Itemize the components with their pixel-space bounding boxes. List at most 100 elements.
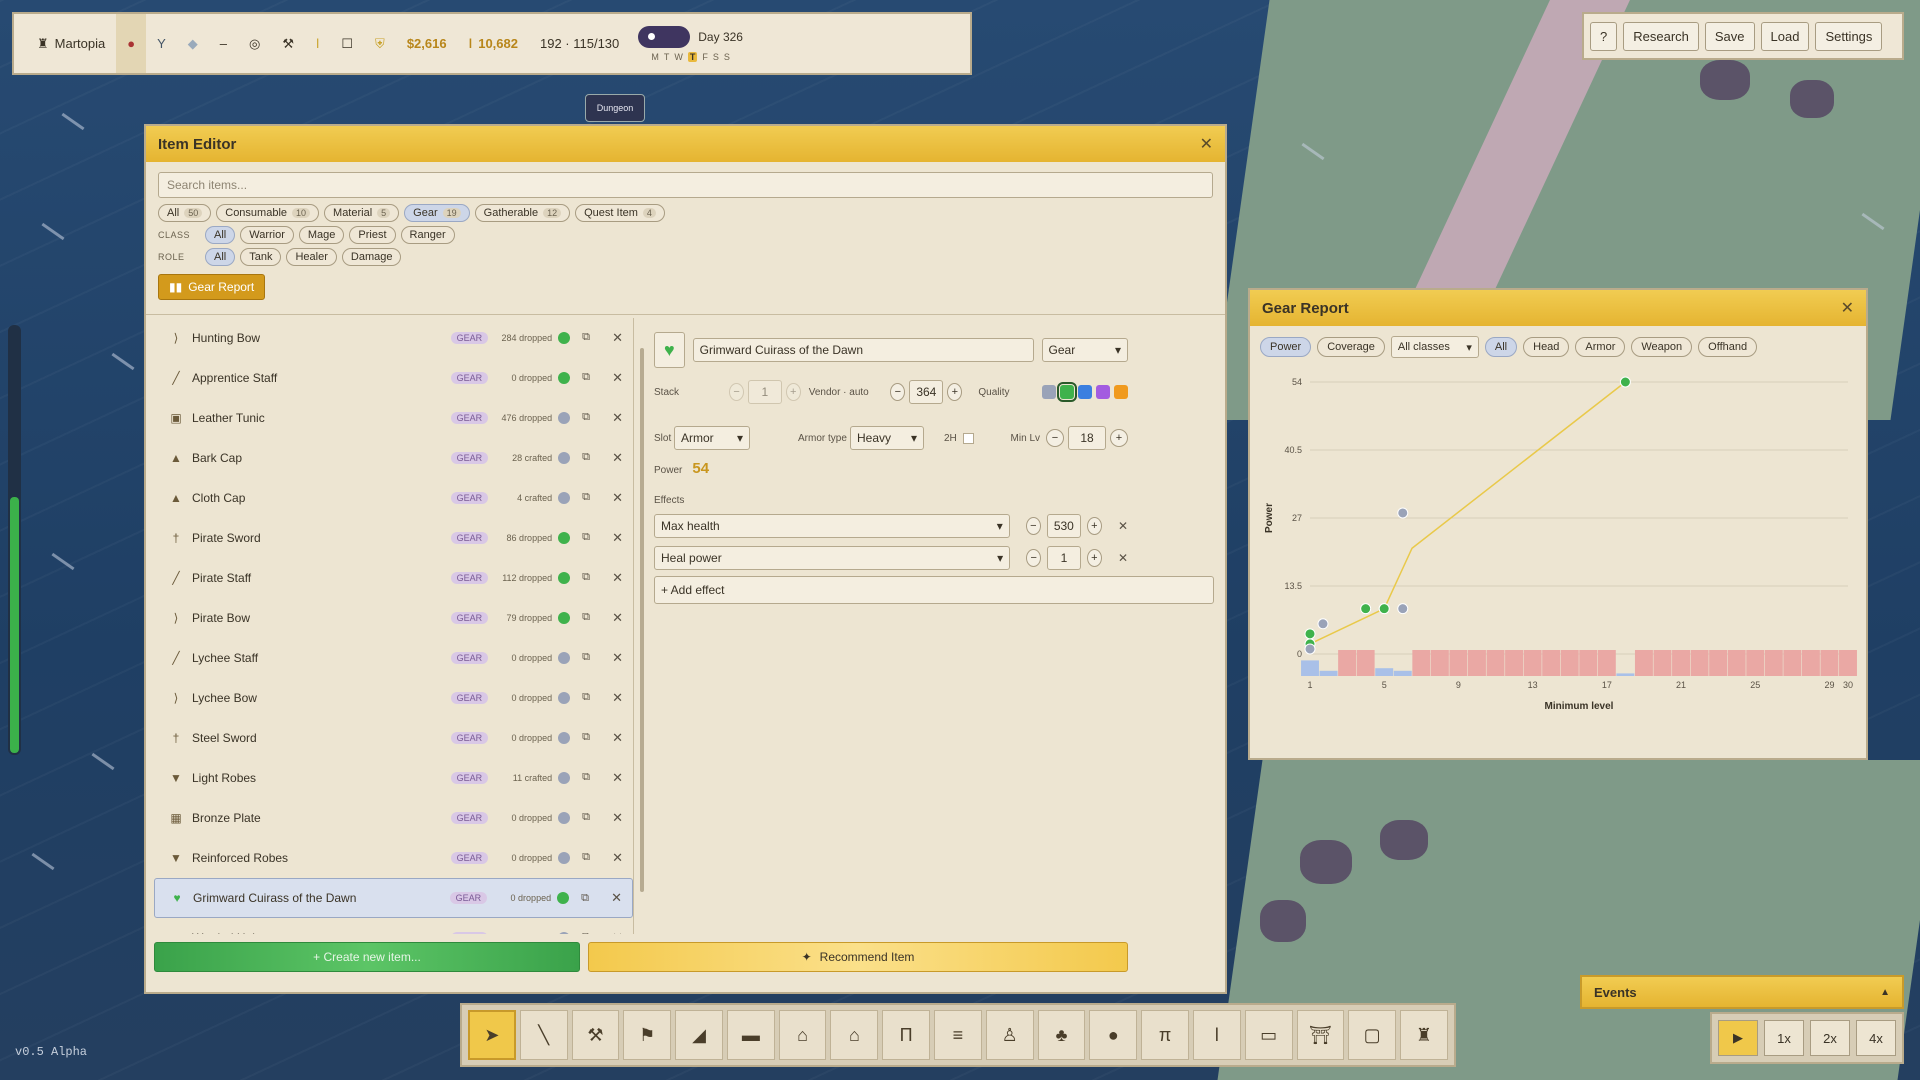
list-scrollbar[interactable] [640, 348, 644, 892]
resource-gem[interactable]: ◎ [238, 14, 271, 73]
load-button[interactable]: Load [1760, 21, 1810, 51]
flag-tool-button[interactable]: ⚑ [623, 1010, 672, 1060]
rock-tool-button[interactable]: ● [1089, 1010, 1138, 1060]
list-item[interactable]: ⟩ Hunting Bow GEAR 284 dropped ⧉ ✕ [154, 318, 633, 358]
gold-counter[interactable]: $2,616 [396, 14, 458, 73]
duplicate-icon[interactable]: ⧉ [582, 611, 598, 624]
type-filter-material[interactable]: Material 5 [324, 204, 400, 222]
delete-icon[interactable]: ✕ [612, 930, 623, 935]
settings-button[interactable]: Settings [1815, 21, 1883, 51]
slot-filter-offhand[interactable]: Offhand [1698, 337, 1758, 357]
gear-report-titlebar[interactable]: Gear Report ✕ [1250, 290, 1866, 326]
class-filter-mage[interactable]: Mage [298, 226, 345, 244]
class-filter-ranger[interactable]: Ranger [400, 226, 455, 244]
list-item[interactable]: ╱ Lychee Staff GEAR 0 dropped ⧉ ✕ [154, 638, 633, 678]
resource-torch[interactable]: ǀ [305, 14, 330, 73]
type-filter-gatherable[interactable]: Gatherable 12 [474, 204, 571, 222]
mana-counter[interactable]: ǀ 10,682 [458, 14, 529, 73]
list-item[interactable]: ▦ Bronze Plate GEAR 0 dropped ⧉ ✕ [154, 798, 633, 838]
type-filter-quest-item[interactable]: Quest Item 4 [575, 204, 665, 222]
close-icon[interactable]: ✕ [1841, 298, 1854, 318]
list-item[interactable]: ▼ Light Robes GEAR 11 crafted ⧉ ✕ [154, 758, 633, 798]
armor-type-select[interactable]: Heavy ▾ [850, 426, 924, 450]
item-type-select[interactable]: Gear ▾ [1041, 338, 1128, 362]
delete-icon[interactable]: ✕ [612, 330, 623, 346]
events-panel-header[interactable]: Events ▲ [1580, 975, 1904, 1009]
duplicate-icon[interactable]: ⧉ [581, 892, 597, 905]
role-filter-all[interactable]: All [205, 248, 236, 266]
resource-shield[interactable]: ⛨ [364, 14, 396, 73]
resource-herb[interactable]: Y [146, 14, 177, 73]
duplicate-icon[interactable]: ⧉ [582, 651, 598, 664]
recommend-item-button[interactable]: ✦ Recommend Item [588, 942, 1128, 972]
role-filter-tank[interactable]: Tank [240, 248, 282, 266]
class-select[interactable]: All classes ▾ [1390, 336, 1479, 358]
effect-increment-button[interactable]: + [1086, 517, 1102, 535]
duplicate-icon[interactable]: ⧉ [582, 851, 598, 864]
bench-tool-button[interactable]: ▭ [1244, 1010, 1293, 1060]
resource-tool[interactable]: ⚒ [271, 14, 305, 73]
effect-increment-button[interactable]: + [1086, 549, 1102, 567]
resource-ore[interactable]: – [209, 14, 238, 73]
effect-value-field[interactable]: 530 [1046, 514, 1081, 538]
remove-effect-icon[interactable]: ✕ [1118, 519, 1128, 533]
quality-swatch[interactable] [1057, 382, 1077, 402]
duplicate-icon[interactable]: ⧉ [582, 491, 598, 504]
quality-swatch[interactable] [1096, 385, 1110, 399]
power-chart[interactable]: 0 13.5 27 40.5 54 1 5 9 13 17 21 25 29 30 Minimum leve… [1258, 372, 1858, 762]
tree-tool-button[interactable]: ♣ [1037, 1010, 1086, 1060]
tower-tool-button[interactable]: ♜ [1400, 1010, 1448, 1060]
duplicate-icon[interactable]: ⧉ [582, 331, 598, 344]
tab-power[interactable]: Power [1260, 337, 1312, 357]
play-button[interactable]: ▶ [1718, 1020, 1758, 1056]
vendor-decrement-button[interactable]: − [890, 383, 906, 401]
slot-filter-armor[interactable]: Armor [1575, 337, 1626, 357]
resource-lantern[interactable]: ☐ [330, 14, 364, 73]
delete-icon[interactable]: ✕ [612, 690, 623, 706]
role-filter-healer[interactable]: Healer [286, 248, 337, 266]
class-filter-priest[interactable]: Priest [349, 226, 396, 244]
slot-filter-all[interactable]: All [1484, 337, 1518, 357]
close-icon[interactable]: ✕ [1200, 134, 1213, 154]
list-item[interactable]: ⟩ Pirate Bow GEAR 79 dropped ⧉ ✕ [154, 598, 633, 638]
chest-tool-button[interactable]: ▬ [726, 1010, 775, 1060]
help-button[interactable]: ? [1590, 21, 1618, 51]
list-item[interactable]: ▼ Reinforced Robes GEAR 0 dropped ⧉ ✕ [154, 838, 633, 878]
list-item[interactable]: ▲ Bark Cap GEAR 28 crafted ⧉ ✕ [154, 438, 633, 478]
effect-select[interactable]: Max health ▾ [654, 514, 1010, 538]
slot-select[interactable]: Armor ▾ [674, 426, 750, 450]
min-level-field[interactable]: 18 [1068, 426, 1106, 450]
item-editor-titlebar[interactable]: Item Editor ✕ [146, 126, 1225, 162]
delete-icon[interactable]: ✕ [612, 730, 623, 746]
effect-decrement-button[interactable]: − [1025, 517, 1041, 535]
item-name-field[interactable]: Grimward Cuirass of the Dawn [692, 338, 1034, 362]
speed-2x-button[interactable]: 2x [1810, 1020, 1850, 1056]
min-level-increment-button[interactable]: + [1110, 429, 1128, 447]
class-filter-warrior[interactable]: Warrior [240, 226, 294, 244]
duplicate-icon[interactable]: ⧉ [582, 411, 598, 424]
list-item[interactable]: † Pirate Sword GEAR 86 dropped ⧉ ✕ [154, 518, 633, 558]
stick-tool-button[interactable]: ╲ [519, 1010, 568, 1060]
list-item[interactable]: ◓ Warded HelmGEAR 0 dropped ⧉ ✕ [154, 918, 633, 934]
min-level-decrement-button[interactable]: − [1046, 429, 1064, 447]
tab-coverage[interactable]: Coverage [1317, 337, 1385, 357]
list-item[interactable]: ▣ Leather Tunic GEAR 476 dropped ⧉ ✕ [154, 398, 633, 438]
stack-increment-button[interactable]: + [785, 383, 801, 401]
search-input[interactable]: Search items... [158, 172, 1213, 198]
duplicate-icon[interactable]: ⧉ [582, 571, 598, 584]
resource-crystal[interactable]: ◆ [177, 14, 209, 73]
stack-field[interactable]: 1 [748, 380, 782, 404]
delete-icon[interactable]: ✕ [612, 570, 623, 586]
delete-icon[interactable]: ✕ [611, 890, 622, 906]
slot-filter-head[interactable]: Head [1523, 337, 1570, 357]
cuirass-icon[interactable]: ♥ [654, 332, 685, 368]
class-filter-all[interactable]: All [205, 226, 236, 244]
duplicate-icon[interactable]: ⧉ [582, 691, 598, 704]
portal-tool-button[interactable]: ▢ [1348, 1010, 1397, 1060]
delete-icon[interactable]: ✕ [612, 810, 623, 826]
dungeon-marker[interactable]: Dungeon [585, 94, 645, 122]
gate-tool-button[interactable]: Π [882, 1010, 931, 1060]
list-item[interactable]: ▲ Cloth Cap GEAR 4 crafted ⧉ ✕ [154, 478, 633, 518]
quality-swatch[interactable] [1042, 385, 1056, 399]
town-name[interactable]: ♜ Martopia [26, 14, 116, 73]
